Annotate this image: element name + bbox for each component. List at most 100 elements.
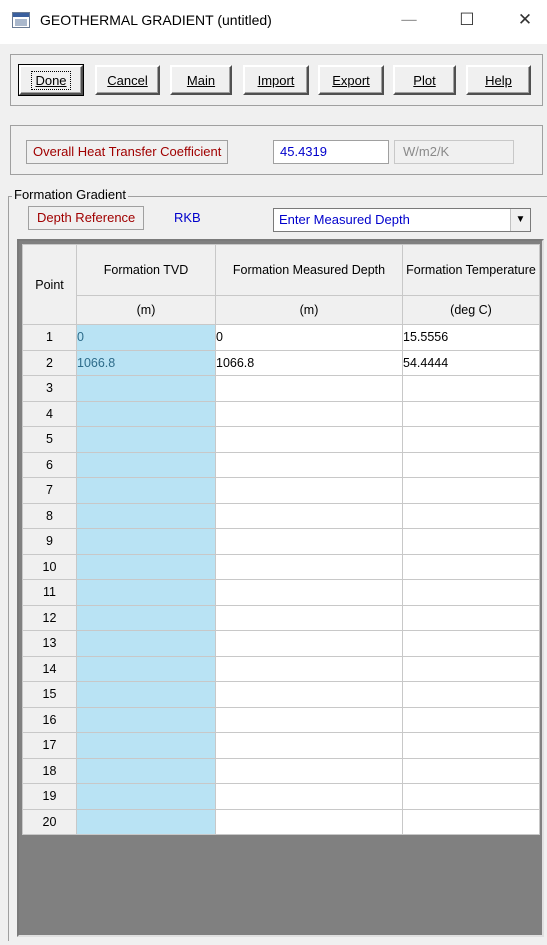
formation-temperature-cell[interactable] xyxy=(402,757,540,784)
formation-tvd-cell[interactable] xyxy=(76,451,216,478)
formation-tvd-cell[interactable] xyxy=(76,604,216,631)
row-point-cell: 14 xyxy=(22,655,77,682)
table-row: 15 xyxy=(22,681,540,708)
row-point-cell: 20 xyxy=(22,808,77,835)
table-row: 12 xyxy=(22,604,540,631)
plot-button[interactable]: Plot xyxy=(393,65,456,95)
formation-temperature-cell[interactable] xyxy=(402,502,540,529)
formation-temperature-cell[interactable] xyxy=(402,528,540,555)
table-row: 2 1066.8 1066.8 54.4444 xyxy=(22,349,540,376)
formation-tvd-cell[interactable] xyxy=(76,426,216,453)
help-button[interactable]: Help xyxy=(466,65,531,95)
table-row: 5 xyxy=(22,426,540,453)
formation-md-cell[interactable] xyxy=(215,400,403,427)
formation-md-cell[interactable] xyxy=(215,706,403,733)
formation-md-cell[interactable] xyxy=(215,630,403,657)
formation-tvd-cell[interactable] xyxy=(76,757,216,784)
formation-temperature-cell[interactable] xyxy=(402,604,540,631)
table-row: 1 0 0 15.5556 xyxy=(22,324,540,351)
import-button[interactable]: Import xyxy=(243,65,309,95)
formation-md-cell[interactable] xyxy=(215,732,403,759)
formation-temperature-cell[interactable]: 15.5556 xyxy=(402,324,540,351)
title-bar: GEOTHERMAL GRADIENT (untitled) — ☐ ✕ xyxy=(0,0,547,44)
formation-tvd-cell[interactable] xyxy=(76,706,216,733)
formation-tvd-cell[interactable] xyxy=(76,528,216,555)
formation-tvd-cell[interactable] xyxy=(76,375,216,402)
close-button[interactable]: ✕ xyxy=(502,0,547,40)
formation-tvd-cell[interactable] xyxy=(76,400,216,427)
formation-temperature-cell[interactable] xyxy=(402,655,540,682)
depth-reference-value[interactable]: RKB xyxy=(170,206,201,230)
formation-md-cell[interactable] xyxy=(215,579,403,606)
done-button[interactable]: Done xyxy=(18,64,84,96)
formation-md-cell[interactable] xyxy=(215,375,403,402)
formation-tvd-cell[interactable]: 0 xyxy=(76,324,216,351)
depth-mode-select[interactable]: Enter Measured Depth ▼ xyxy=(273,208,531,232)
formation-tvd-cell[interactable] xyxy=(76,579,216,606)
header-formation-tvd: Formation TVD xyxy=(76,244,216,296)
formation-temperature-cell[interactable] xyxy=(402,426,540,453)
heat-transfer-coefficient-input[interactable]: 45.4319 xyxy=(273,140,389,164)
formation-temperature-cell[interactable] xyxy=(402,706,540,733)
formation-temperature-cell[interactable]: 54.4444 xyxy=(402,349,540,376)
table-row: 7 xyxy=(22,477,540,504)
formation-md-cell[interactable] xyxy=(215,655,403,682)
formation-temperature-cell[interactable] xyxy=(402,783,540,810)
formation-md-cell[interactable] xyxy=(215,604,403,631)
formation-md-cell[interactable] xyxy=(215,451,403,478)
row-point-cell: 5 xyxy=(22,426,77,453)
formation-tvd-cell[interactable]: 1066.8 xyxy=(76,349,216,376)
formation-md-cell[interactable] xyxy=(215,783,403,810)
maximize-button[interactable]: ☐ xyxy=(444,0,490,40)
table-row: 9 xyxy=(22,528,540,555)
table-row: 8 xyxy=(22,502,540,529)
formation-temperature-cell[interactable] xyxy=(402,375,540,402)
formation-temperature-cell[interactable] xyxy=(402,451,540,478)
formation-tvd-cell[interactable] xyxy=(76,783,216,810)
table-row: 16 xyxy=(22,706,540,733)
row-point-cell: 9 xyxy=(22,528,77,555)
formation-md-cell[interactable] xyxy=(215,528,403,555)
formation-temperature-cell[interactable] xyxy=(402,732,540,759)
formation-tvd-cell[interactable] xyxy=(76,808,216,835)
row-point-cell: 1 xyxy=(22,324,77,351)
formation-md-cell[interactable] xyxy=(215,553,403,580)
chevron-down-icon[interactable]: ▼ xyxy=(510,209,530,231)
formation-tvd-cell[interactable] xyxy=(76,553,216,580)
table-row: 19 xyxy=(22,783,540,810)
done-button-label: Done xyxy=(31,70,71,90)
formation-md-cell[interactable] xyxy=(215,502,403,529)
formation-tvd-cell[interactable] xyxy=(76,502,216,529)
formation-tvd-cell[interactable] xyxy=(76,630,216,657)
formation-gradient-title: Formation Gradient xyxy=(12,187,128,202)
formation-tvd-cell[interactable] xyxy=(76,655,216,682)
formation-tvd-cell[interactable] xyxy=(76,477,216,504)
formation-md-cell[interactable] xyxy=(215,477,403,504)
formation-temperature-cell[interactable] xyxy=(402,630,540,657)
cancel-button[interactable]: Cancel xyxy=(95,65,160,95)
formation-tvd-cell[interactable] xyxy=(76,732,216,759)
formation-md-cell[interactable]: 1066.8 xyxy=(215,349,403,376)
row-point-cell: 18 xyxy=(22,757,77,784)
formation-md-cell[interactable] xyxy=(215,681,403,708)
row-point-cell: 11 xyxy=(22,579,77,606)
minimize-button[interactable]: — xyxy=(386,0,432,40)
main-button[interactable]: Main xyxy=(170,65,232,95)
formation-temperature-cell[interactable] xyxy=(402,400,540,427)
export-button[interactable]: Export xyxy=(318,65,384,95)
app-window-icon xyxy=(12,12,30,28)
formation-temperature-cell[interactable] xyxy=(402,477,540,504)
heat-transfer-coefficient-unit: W/m2/K xyxy=(394,140,514,164)
formation-tvd-cell[interactable] xyxy=(76,681,216,708)
formation-temperature-cell[interactable] xyxy=(402,553,540,580)
formation-temperature-cell[interactable] xyxy=(402,579,540,606)
formation-temperature-cell[interactable] xyxy=(402,681,540,708)
formation-md-cell[interactable] xyxy=(215,757,403,784)
row-point-cell: 16 xyxy=(22,706,77,733)
row-point-cell: 10 xyxy=(22,553,77,580)
formation-md-cell[interactable]: 0 xyxy=(215,324,403,351)
formation-temperature-cell[interactable] xyxy=(402,808,540,835)
formation-table: Point Formation TVD Formation Measured D… xyxy=(22,244,540,835)
formation-md-cell[interactable] xyxy=(215,808,403,835)
formation-md-cell[interactable] xyxy=(215,426,403,453)
